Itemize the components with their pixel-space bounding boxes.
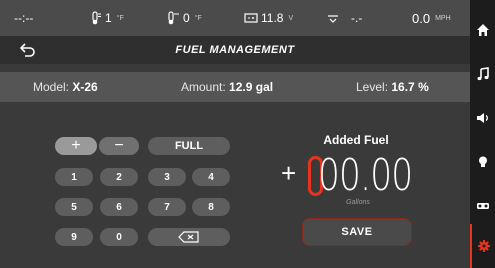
model-value: X-26 [72, 80, 98, 94]
status-bar: --:-- 1 °F 0 °F 11.8 V -.- 0.0 MPH [0, 0, 470, 36]
key-6[interactable]: 6 [100, 198, 138, 216]
added-fuel-sign: + [281, 158, 297, 188]
temperature-1: 1 °F [88, 0, 124, 36]
key-0[interactable]: 0 [100, 228, 138, 246]
backspace-icon [178, 231, 199, 243]
key-3[interactable]: 3 [148, 168, 186, 186]
model-label: Model: [33, 80, 70, 94]
key-1[interactable]: 1 [55, 168, 93, 186]
thermometer-icon [92, 11, 101, 25]
key-7[interactable]: 7 [148, 198, 186, 216]
level-info: Level: 16.7 % [356, 72, 429, 102]
plus-button[interactable]: + [55, 137, 97, 155]
ac-status: -.- [326, 0, 362, 36]
speed-value: 0.0 [412, 10, 431, 26]
right-nav [470, 0, 495, 268]
nav-volume[interactable] [470, 96, 495, 140]
minus-button[interactable]: − [99, 137, 139, 155]
level-label: Level: [356, 80, 389, 94]
ac-power-icon [328, 15, 338, 23]
amount-info: Amount: 12.9 gal [181, 72, 273, 102]
home-icon [476, 24, 489, 36]
back-arrow-icon [20, 43, 35, 57]
temp1-unit: °F [116, 14, 124, 22]
title-bar: FUEL MANAGEMENT [0, 36, 470, 64]
battery-value: 11.8 [261, 11, 284, 25]
temp1-value: 1 [105, 11, 112, 25]
amount-value: 12.9 gal [229, 80, 274, 94]
gear-icon [477, 240, 490, 252]
speed: 0.0 MPH [412, 0, 451, 36]
thermometer-icon [168, 11, 179, 25]
nav-vehicle[interactable] [470, 184, 495, 228]
speed-unit: MPH [435, 14, 451, 22]
main-screen: --:-- 1 °F 0 °F 11.8 V -.- 0.0 MPH FUEL … [0, 0, 470, 268]
full-button[interactable]: FULL [148, 137, 230, 155]
volume-icon [476, 113, 488, 123]
temperature-2: 0 °F [166, 0, 202, 36]
key-9[interactable]: 9 [55, 228, 93, 246]
added-fuel-label: Added Fuel [323, 133, 389, 147]
key-2[interactable]: 2 [100, 168, 138, 186]
added-fuel-value: 00.00 [318, 150, 413, 201]
save-button[interactable]: SAVE [302, 218, 412, 246]
battery-icon [244, 13, 258, 23]
battery-voltage: 11.8 V [244, 0, 293, 36]
page-title: FUEL MANAGEMENT [175, 44, 295, 56]
lightbulb-icon [478, 156, 487, 167]
temp2-unit: °F [194, 14, 202, 22]
clock: --:-- [14, 0, 33, 36]
level-value: 16.7 % [391, 80, 429, 94]
model-info: Model: X-26 [33, 72, 98, 102]
temp2-value: 0 [183, 11, 190, 25]
nav-settings[interactable] [470, 224, 495, 268]
clock-value: --:-- [14, 11, 34, 25]
battery-unit: V [288, 14, 294, 22]
amount-label: Amount: [181, 80, 226, 94]
added-fuel-unit: Gallons [346, 199, 370, 206]
key-4[interactable]: 4 [192, 168, 230, 186]
backspace-button[interactable] [148, 228, 230, 246]
back-button[interactable] [14, 40, 42, 60]
nav-light[interactable] [470, 140, 495, 184]
key-8[interactable]: 8 [192, 198, 230, 216]
ac-value: -.- [351, 11, 363, 25]
key-5[interactable]: 5 [55, 198, 93, 216]
nav-home[interactable] [470, 8, 495, 52]
vehicle-icon [476, 203, 489, 209]
music-note-icon [477, 67, 489, 81]
info-bar: Model: X-26 Amount: 12.9 gal Level: 16.7… [0, 72, 470, 102]
nav-music[interactable] [470, 52, 495, 96]
